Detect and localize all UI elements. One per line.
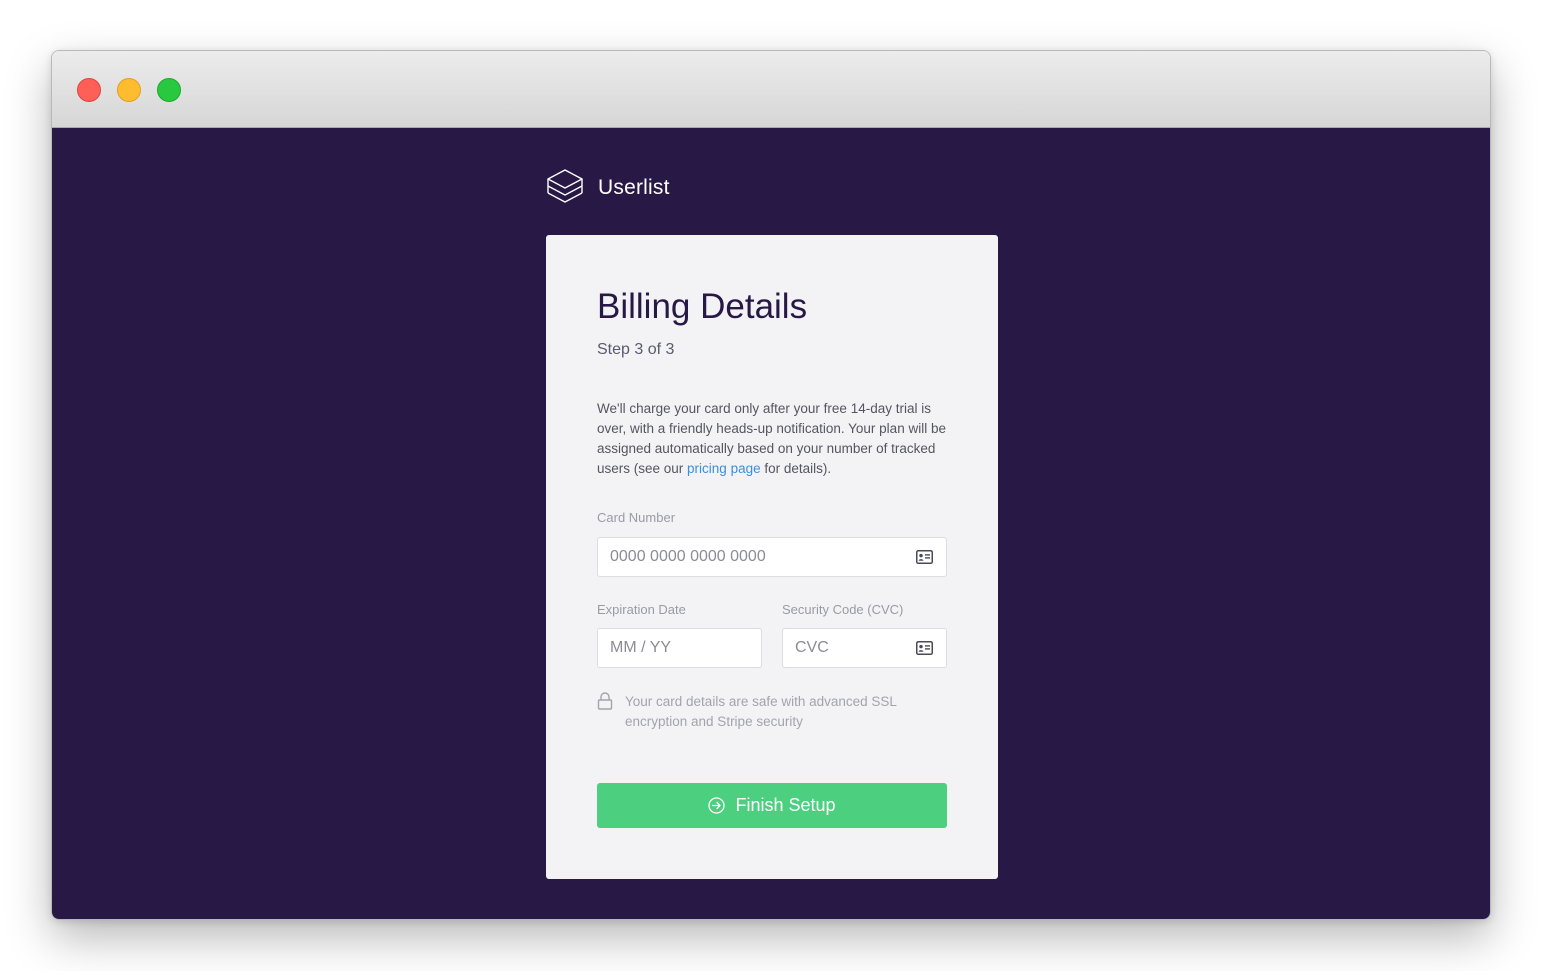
close-window-button[interactable]: [77, 78, 101, 102]
finish-setup-label: Finish Setup: [735, 795, 836, 815]
finish-setup-button[interactable]: Finish Setup: [597, 783, 947, 828]
billing-description: We'll charge your card only after your f…: [597, 399, 947, 479]
security-note-text: Your card details are safe with advanced…: [625, 694, 897, 729]
expiration-date-field[interactable]: [597, 628, 762, 668]
browser-window: Userlist Billing Details Step 3 of 3 We'…: [51, 50, 1491, 920]
credit-card-icon: [916, 550, 933, 564]
layers-logo-icon: [547, 169, 583, 203]
zoom-window-button[interactable]: [157, 78, 181, 102]
page-content: Userlist Billing Details Step 3 of 3 We'…: [52, 128, 1490, 919]
billing-card: Billing Details Step 3 of 3 We'll charge…: [546, 235, 998, 879]
lock-icon: [597, 692, 613, 710]
expiration-date-input[interactable]: [610, 629, 741, 667]
page-title: Billing Details: [597, 287, 808, 326]
card-number-field[interactable]: [597, 537, 947, 577]
pricing-page-link[interactable]: pricing page: [687, 461, 761, 476]
brand-name: Userlist: [598, 176, 670, 199]
card-number-label: Card Number: [597, 510, 676, 525]
minimize-window-button[interactable]: [117, 78, 141, 102]
security-note: Your card details are safe with advanced…: [597, 692, 927, 732]
step-indicator: Step 3 of 3: [597, 341, 675, 358]
cvc-field[interactable]: [782, 628, 947, 668]
description-text-end: for details).: [760, 461, 832, 476]
card-number-input[interactable]: [610, 538, 889, 576]
expiration-date-label: Expiration Date: [597, 602, 686, 617]
arrow-circle-right-icon: [708, 797, 726, 814]
brand-logo[interactable]: Userlist: [546, 168, 670, 208]
cvc-label: Security Code (CVC): [782, 602, 904, 617]
cvc-input[interactable]: [795, 629, 910, 667]
credit-card-icon: [916, 641, 933, 655]
window-titlebar: [52, 51, 1490, 128]
